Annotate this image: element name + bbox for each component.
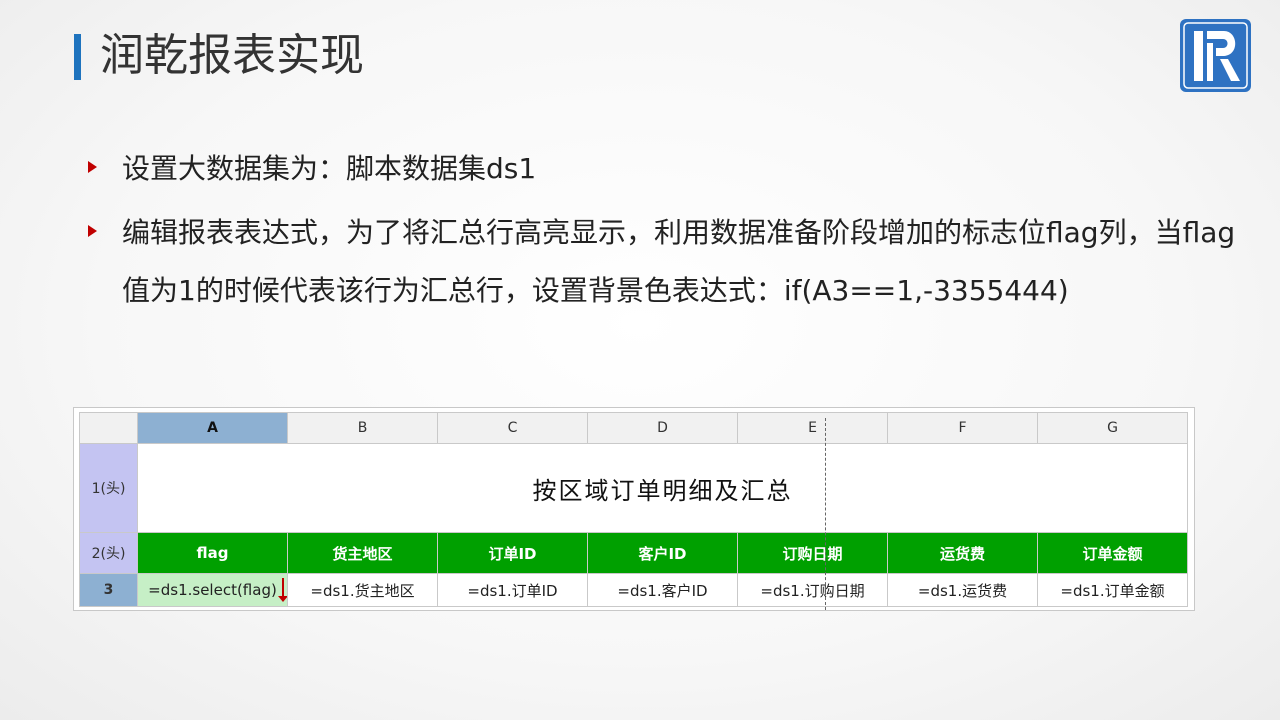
header-cell-flag[interactable]: flag: [137, 532, 288, 574]
cell-b3[interactable]: =ds1.货主地区: [287, 573, 438, 607]
cell-f3[interactable]: =ds1.运货费: [887, 573, 1038, 607]
triangle-bullet-icon: [88, 161, 97, 173]
row-header-2[interactable]: 2(头): [79, 532, 138, 574]
triangle-bullet-icon: [88, 225, 97, 237]
header-cell-customer-id[interactable]: 客户ID: [587, 532, 738, 574]
sheet-row-2: 2(头) flag 货主地区 订单ID 客户ID 订购日期 运货费 订单金额: [79, 532, 1188, 574]
cell-e3[interactable]: =ds1.订购日期: [737, 573, 888, 607]
header-cell-order-date[interactable]: 订购日期: [737, 532, 888, 574]
row-header-1[interactable]: 1(头): [79, 443, 138, 533]
column-header-g[interactable]: G: [1037, 412, 1188, 444]
column-header-f[interactable]: F: [887, 412, 1038, 444]
bullet-item: 编辑报表表达式，为了将汇总行高亮显示，利用数据准备阶段增加的标志位flag列，当…: [88, 204, 1258, 320]
page-break-dashed-line: [825, 418, 826, 610]
runqian-logo-icon: [1180, 19, 1251, 92]
report-title-cell[interactable]: 按区域订单明细及汇总: [137, 443, 1188, 533]
sheet-row-3: 3 =ds1.select(flag) =ds1.货主地区 =ds1.订单ID …: [79, 573, 1188, 607]
column-header-d[interactable]: D: [587, 412, 738, 444]
report-designer-sheet: A B C D E F G 1(头) 按区域订单明细及汇总 2(头) flag …: [73, 407, 1195, 611]
column-header-b[interactable]: B: [287, 412, 438, 444]
bullet-item: 设置大数据集为：脚本数据集ds1: [88, 140, 1258, 198]
slide-title: 润乾报表实现: [100, 30, 364, 81]
row-header-3[interactable]: 3: [79, 573, 138, 607]
grid-corner[interactable]: [79, 412, 138, 444]
cell-a3-text: =ds1.select(flag): [148, 581, 277, 599]
bullet-text: 设置大数据集为：脚本数据集ds1: [122, 152, 537, 185]
expand-down-arrow-icon: [278, 578, 287, 602]
column-header-e[interactable]: E: [737, 412, 888, 444]
cell-d3[interactable]: =ds1.客户ID: [587, 573, 738, 607]
header-cell-region[interactable]: 货主地区: [287, 532, 438, 574]
cell-c3[interactable]: =ds1.订单ID: [437, 573, 588, 607]
cell-g3[interactable]: =ds1.订单金额: [1037, 573, 1188, 607]
header-cell-freight[interactable]: 运货费: [887, 532, 1038, 574]
header-cell-order-id[interactable]: 订单ID: [437, 532, 588, 574]
title-accent-bar: [74, 34, 81, 80]
sheet-row-1: 1(头) 按区域订单明细及汇总: [79, 443, 1188, 533]
column-header-a[interactable]: A: [137, 412, 288, 444]
column-header-c[interactable]: C: [437, 412, 588, 444]
bullet-list: 设置大数据集为：脚本数据集ds1 编辑报表表达式，为了将汇总行高亮显示，利用数据…: [88, 140, 1258, 320]
header-cell-amount[interactable]: 订单金额: [1037, 532, 1188, 574]
column-header-row: A B C D E F G: [79, 412, 1188, 444]
cell-a3[interactable]: =ds1.select(flag): [137, 573, 288, 607]
bullet-text: 编辑报表表达式，为了将汇总行高亮显示，利用数据准备阶段增加的标志位flag列，当…: [122, 216, 1236, 307]
report-grid: A B C D E F G 1(头) 按区域订单明细及汇总 2(头) flag …: [79, 412, 1188, 607]
